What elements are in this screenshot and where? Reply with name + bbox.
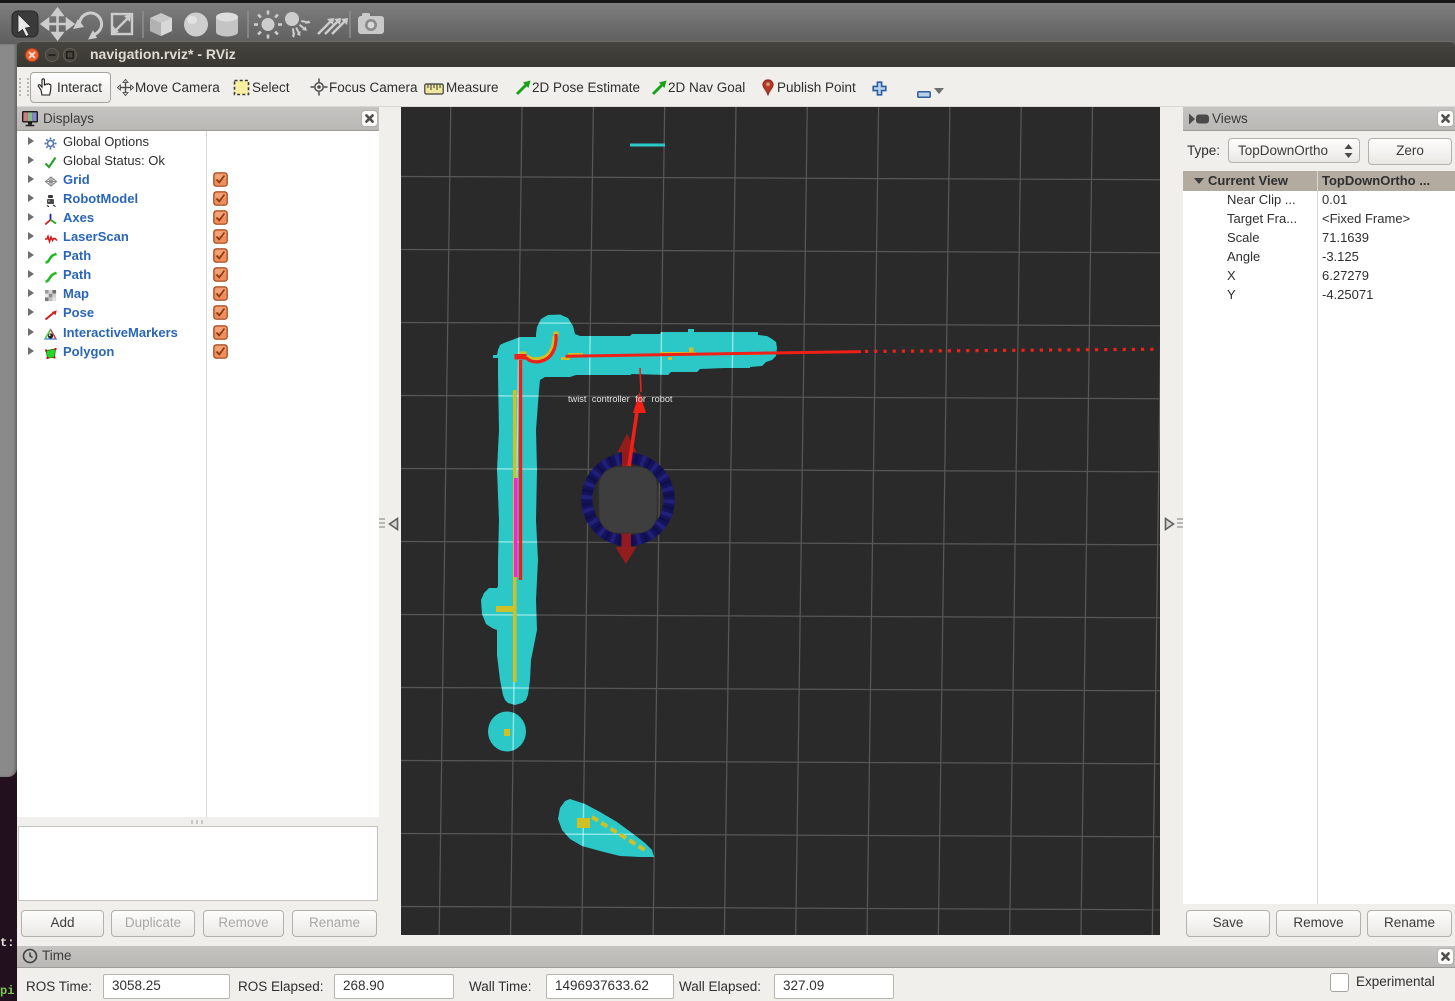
svg-text:twist controller for robot: twist controller for robot — [568, 394, 673, 404]
